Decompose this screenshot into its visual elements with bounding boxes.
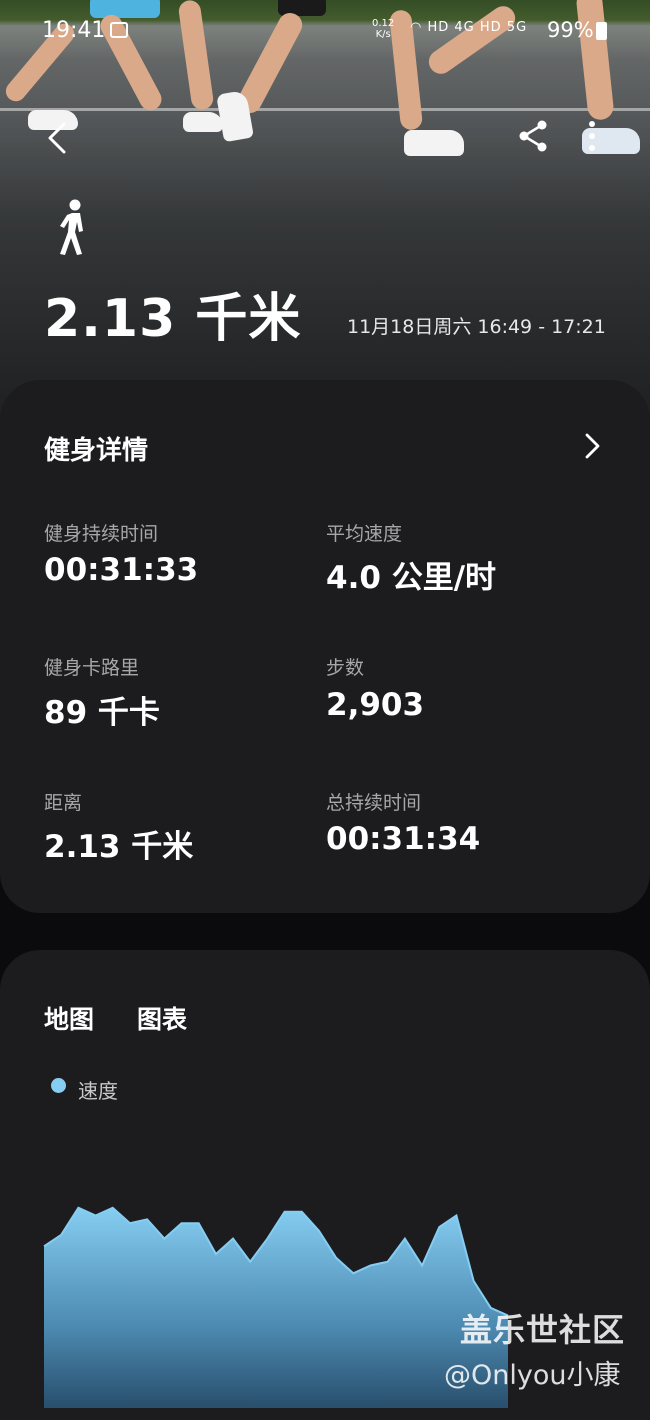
tab-map[interactable]: 地图 <box>44 1000 94 1036</box>
details-expand-button[interactable] <box>578 430 608 462</box>
back-arrow-icon <box>48 122 66 154</box>
walking-person-icon <box>60 199 83 255</box>
runner-shoe <box>183 112 223 132</box>
stat-value-calories: 89 千卡 <box>44 695 160 731</box>
share-icon <box>519 120 547 152</box>
stat-label-avg-speed: 平均速度 <box>326 523 403 545</box>
stat-label-duration: 健身持续时间 <box>44 523 159 545</box>
stat-value-distance: 2.13 千米 <box>44 829 194 865</box>
status-bar: 19:41 0.12 K/s ◠ HD 4G HD 5G 99% <box>0 0 650 64</box>
network-speed-value: 0.12 <box>372 18 395 29</box>
share-button[interactable] <box>516 118 552 154</box>
tab-chart[interactable]: 图表 <box>137 1000 187 1036</box>
stat-value-total-duration: 00:31:34 <box>326 821 481 857</box>
more-vertical-icon <box>589 121 595 151</box>
stat-label-distance: 距离 <box>44 792 83 814</box>
road-marking <box>0 108 650 111</box>
network-speed-unit: K/s <box>375 29 391 40</box>
stat-value-steps: 2,903 <box>326 687 425 723</box>
stat-label-calories: 健身卡路里 <box>44 657 140 679</box>
stat-label-steps: 步数 <box>326 657 365 679</box>
stat-value-avg-speed: 4.0 公里/时 <box>326 560 497 596</box>
gallery-icon <box>110 22 128 38</box>
watermark-author: @Onlyou小康 <box>444 1360 621 1391</box>
speed-series-area <box>44 1207 508 1408</box>
stat-value-duration: 00:31:33 <box>44 552 199 588</box>
runner-shoe <box>404 130 464 156</box>
watermark-community: 盖乐世社区 <box>460 1311 626 1349</box>
network-speed: 0.12 K/s <box>372 18 394 40</box>
status-time: 19:41 <box>42 18 106 43</box>
details-title: 健身详情 <box>44 436 149 466</box>
battery-percent: 99% <box>547 18 594 42</box>
signal-icons: ◠ HD 4G HD 5G <box>410 20 527 35</box>
cellular-icons: HD 4G HD 5G <box>427 20 528 35</box>
back-button[interactable] <box>40 118 76 158</box>
chevron-right-icon <box>585 433 600 459</box>
workout-date-range: 11月18日周六 16:49 - 17:21 <box>347 316 606 338</box>
stat-label-total-duration: 总持续时间 <box>326 792 422 814</box>
wifi-icon: ◠ <box>410 20 423 35</box>
legend-speed-marker <box>51 1078 66 1093</box>
battery-icon <box>596 22 607 40</box>
total-distance: 2.13 千米 <box>44 289 302 349</box>
more-options-button[interactable] <box>580 118 604 158</box>
